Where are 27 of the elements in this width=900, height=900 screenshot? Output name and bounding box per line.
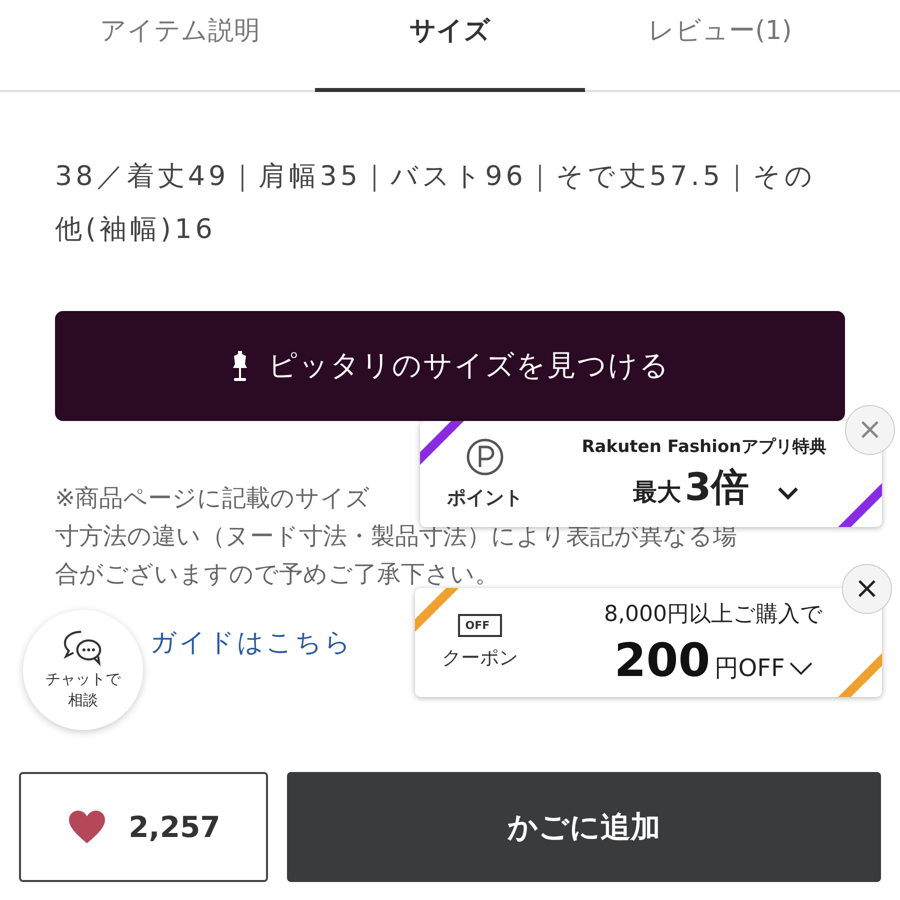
- chevron-down-icon: [777, 486, 800, 500]
- points-label: ポイント: [447, 486, 523, 511]
- tab[interactable]: サイズ: [315, 0, 585, 92]
- find-size-button[interactable]: ピッタリのサイズを見つける: [55, 311, 845, 421]
- add-to-cart-button[interactable]: かごに追加: [287, 772, 881, 882]
- coupon-condition: 8,000円以上ご購入で: [604, 600, 823, 628]
- coupon-icon: OFF: [458, 614, 502, 637]
- discount-unit: 円OFF: [714, 652, 785, 684]
- size-details: 38／着丈49｜肩幅35｜バスト96｜そで丈57.5｜その他(袖幅)16: [55, 160, 818, 247]
- banner-title: Rakuten Fashionアプリ特典: [582, 436, 826, 458]
- multiplier-text: 3倍: [684, 464, 750, 511]
- coin-icon: [465, 437, 505, 477]
- chevron-down-icon: [788, 662, 813, 676]
- size-notice-text: ※商品ページに記載のサイズ: [55, 483, 370, 514]
- max-label: 最大: [632, 477, 681, 508]
- heart-icon: [66, 809, 107, 845]
- size-guide-link[interactable]: ガイドはこちら: [150, 628, 353, 658]
- chat-button[interactable]: チャットで相談: [23, 610, 143, 730]
- mannequin-icon: [230, 350, 250, 382]
- coupon-label: クーポン: [442, 646, 518, 671]
- chat-bubbles-icon: [62, 629, 104, 667]
- size-notice-text: 合がございますので予めご了承下さい。: [55, 559, 499, 590]
- discount-amount: 200: [614, 632, 710, 686]
- close-button[interactable]: ×: [842, 564, 892, 614]
- tab[interactable]: アイテム説明: [45, 0, 315, 92]
- tab[interactable]: レビュー(1): [585, 0, 855, 92]
- favorite-button[interactable]: 2,257: [19, 772, 268, 882]
